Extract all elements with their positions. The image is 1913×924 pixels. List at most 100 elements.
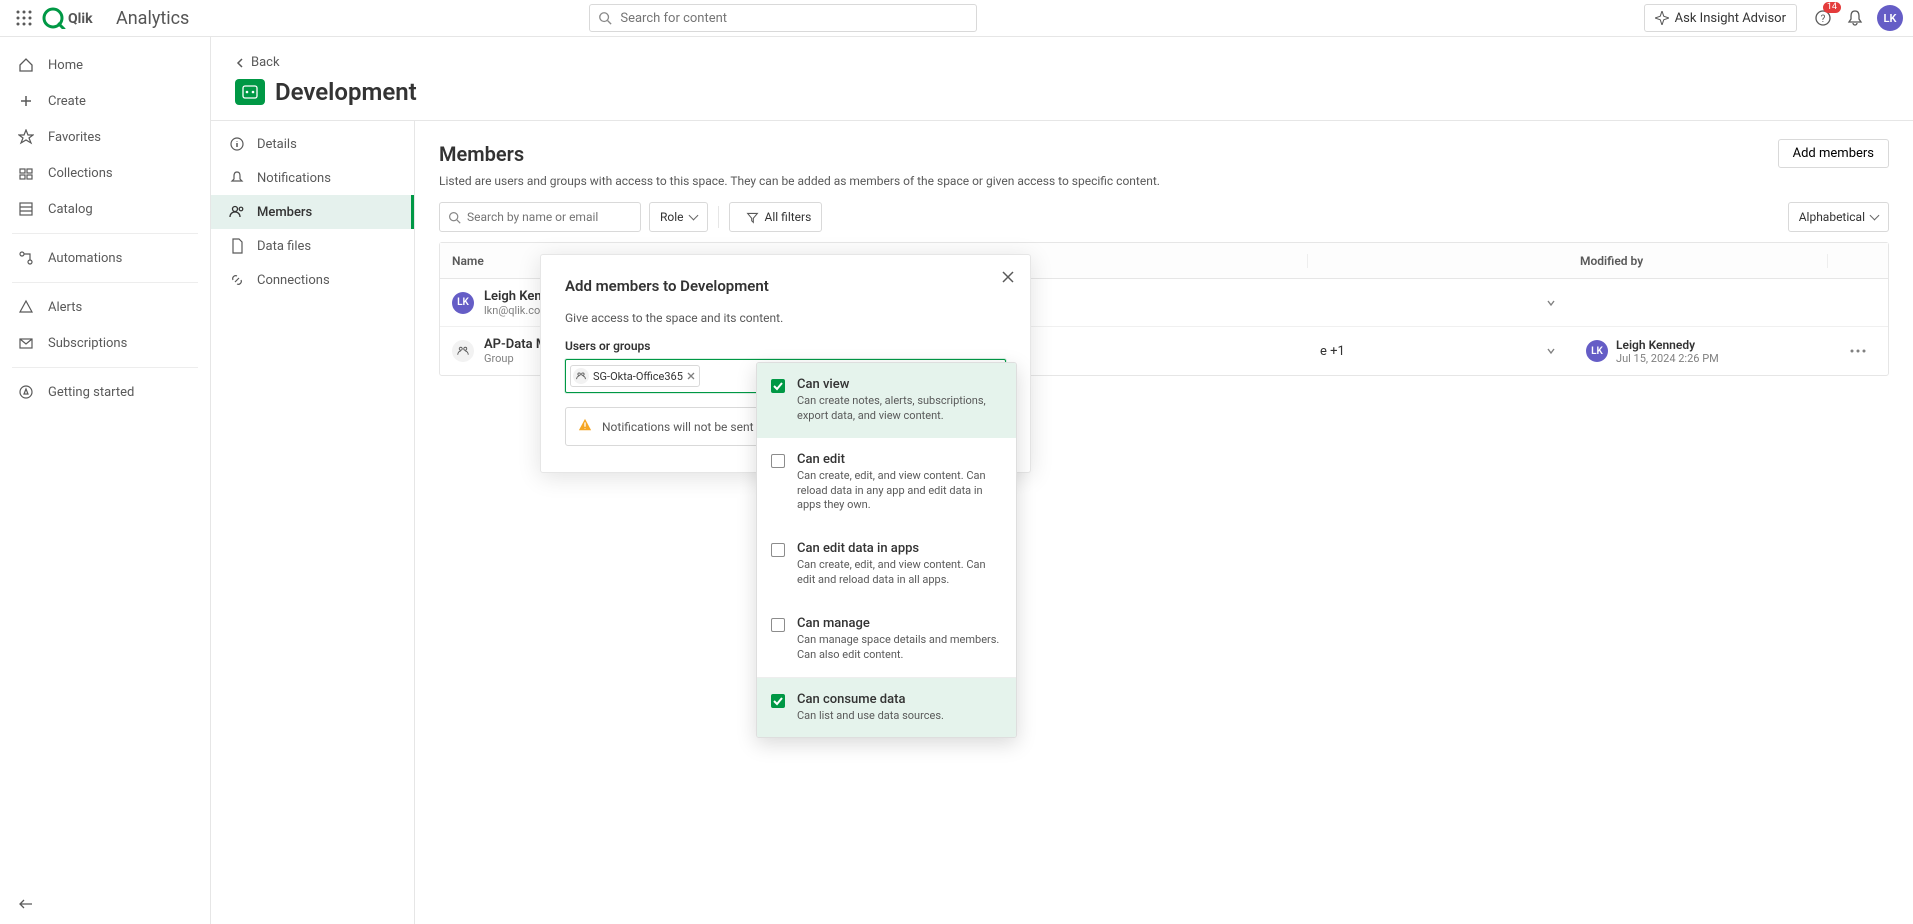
sub-item-details[interactable]: Details [211, 127, 414, 161]
role-name: Can consume data [797, 692, 944, 707]
role-name: Can edit data in apps [797, 541, 1002, 556]
subscriptions-icon [18, 335, 34, 351]
role-name: Can view [797, 377, 1002, 392]
checkbox[interactable] [771, 379, 785, 393]
bell-icon [1847, 10, 1863, 26]
help-button[interactable]: ? 14 [1809, 4, 1837, 32]
sub-item-label: Notifications [257, 171, 331, 186]
compass-icon [18, 384, 34, 400]
members-title: Members [439, 142, 524, 166]
back-link[interactable]: Back [235, 55, 280, 70]
checkbox[interactable] [771, 543, 785, 557]
space-header: Back Development [211, 37, 1913, 121]
role-desc: Can create, edit, and view content. Can … [797, 469, 1002, 514]
role-filter-label: Role [660, 210, 684, 224]
sub-item-label: Connections [257, 273, 330, 288]
qlik-logo[interactable]: Qlik [42, 6, 102, 30]
collections-icon [18, 165, 34, 181]
chip-label: SG-Okta-Office365 [593, 370, 683, 383]
users-groups-label: Users or groups [565, 339, 1006, 353]
row-role-cell[interactable]: e +1 [1308, 344, 1568, 359]
row-actions[interactable] [1828, 349, 1888, 353]
add-members-button[interactable]: Add members [1778, 139, 1889, 168]
sidebar-item-favorites[interactable]: Favorites [0, 119, 210, 155]
role-option-can-consume[interactable]: Can consume data Can list and use data s… [757, 678, 1016, 738]
group-icon [457, 345, 469, 357]
topbar: Qlik Analytics Ask Insight Advisor ? 14 … [0, 0, 1913, 37]
sub-item-label: Data files [257, 239, 311, 254]
global-search-input[interactable] [620, 11, 968, 26]
chip-group-icon [573, 368, 589, 384]
sub-item-notifications[interactable]: Notifications [211, 161, 414, 195]
role-filter-dropdown[interactable]: Role [649, 202, 708, 232]
ask-insight-button[interactable]: Ask Insight Advisor [1644, 4, 1797, 32]
sub-item-members[interactable]: Members [211, 195, 414, 229]
checkbox[interactable] [771, 454, 785, 468]
automations-icon [18, 250, 34, 266]
filter-icon [746, 211, 759, 224]
row-avatar-group [452, 340, 474, 362]
sidebar-item-label: Catalog [48, 202, 93, 217]
help-badge: 14 [1823, 2, 1841, 13]
sidebar-item-getting-started[interactable]: Getting started [0, 374, 210, 410]
app-launcher-button[interactable] [10, 4, 38, 32]
brand-text: Analytics [116, 8, 189, 29]
role-option-can-manage[interactable]: Can manage Can manage space details and … [757, 602, 1016, 677]
role-name: Can manage [797, 616, 1002, 631]
file-icon [229, 238, 245, 254]
role-option-can-edit-data[interactable]: Can edit data in apps Can create, edit, … [757, 527, 1016, 602]
role-desc: Can create, edit, and view content. Can … [797, 558, 1002, 588]
ask-insight-label: Ask Insight Advisor [1675, 11, 1786, 26]
user-chip: SG-Okta-Office365 [570, 365, 700, 387]
search-members-input[interactable] [467, 210, 632, 224]
check-icon [773, 696, 783, 706]
col-modified-by[interactable]: Modified by [1568, 254, 1828, 268]
all-filters-button[interactable]: All filters [729, 202, 823, 232]
search-members[interactable] [439, 202, 641, 232]
info-icon [229, 136, 245, 152]
search-icon [598, 11, 612, 25]
modal-close-button[interactable] [1002, 271, 1014, 287]
check-icon [773, 381, 783, 391]
user-avatar[interactable]: LK [1877, 5, 1903, 31]
all-filters-label: All filters [765, 210, 812, 224]
catalog-icon [18, 201, 34, 217]
sub-item-label: Details [257, 137, 297, 152]
sidebar-item-collections[interactable]: Collections [0, 155, 210, 191]
space-glyph-icon [242, 85, 258, 99]
main-content: Back Development Details Notifications [211, 37, 1913, 924]
sidebar-collapse-button[interactable] [0, 888, 210, 924]
sub-item-data-files[interactable]: Data files [211, 229, 414, 263]
sidebar-item-home[interactable]: Home [0, 47, 210, 83]
sidebar-item-subscriptions[interactable]: Subscriptions [0, 325, 210, 361]
members-panel: Members Add members Listed are users and… [415, 121, 1913, 924]
notifications-button[interactable] [1841, 4, 1869, 32]
sidebar-item-label: Create [48, 94, 86, 109]
more-icon [1850, 349, 1866, 353]
sub-item-label: Members [257, 205, 312, 220]
left-sidebar: Home Create Favorites Collections Catalo… [0, 37, 211, 924]
sidebar-item-alerts[interactable]: Alerts [0, 289, 210, 325]
sidebar-item-automations[interactable]: Automations [0, 240, 210, 276]
role-desc: Can list and use data sources. [797, 709, 944, 724]
sort-dropdown[interactable]: Alphabetical [1788, 202, 1889, 232]
row-role-cell[interactable] [1308, 298, 1568, 308]
sidebar-item-create[interactable]: Create [0, 83, 210, 119]
role-desc: Can create notes, alerts, subscriptions,… [797, 394, 1002, 424]
sidebar-item-catalog[interactable]: Catalog [0, 191, 210, 227]
chip-remove-button[interactable] [687, 370, 695, 383]
sort-label: Alphabetical [1799, 210, 1865, 224]
grid-icon [16, 10, 32, 26]
svg-text:?: ? [1821, 14, 1826, 25]
role-option-can-view[interactable]: Can view Can create notes, alerts, subsc… [757, 363, 1016, 438]
row-type: Group [484, 352, 547, 365]
sub-item-connections[interactable]: Connections [211, 263, 414, 297]
close-icon [1002, 271, 1014, 283]
role-option-can-edit[interactable]: Can edit Can create, edit, and view cont… [757, 438, 1016, 528]
sidebar-item-label: Alerts [48, 300, 82, 315]
checkbox[interactable] [771, 694, 785, 708]
checkbox[interactable] [771, 618, 785, 632]
global-search[interactable] [589, 4, 977, 32]
role-dropdown-panel: Can view Can create notes, alerts, subsc… [756, 362, 1017, 738]
space-sub-sidebar: Details Notifications Members Data files… [211, 121, 415, 924]
